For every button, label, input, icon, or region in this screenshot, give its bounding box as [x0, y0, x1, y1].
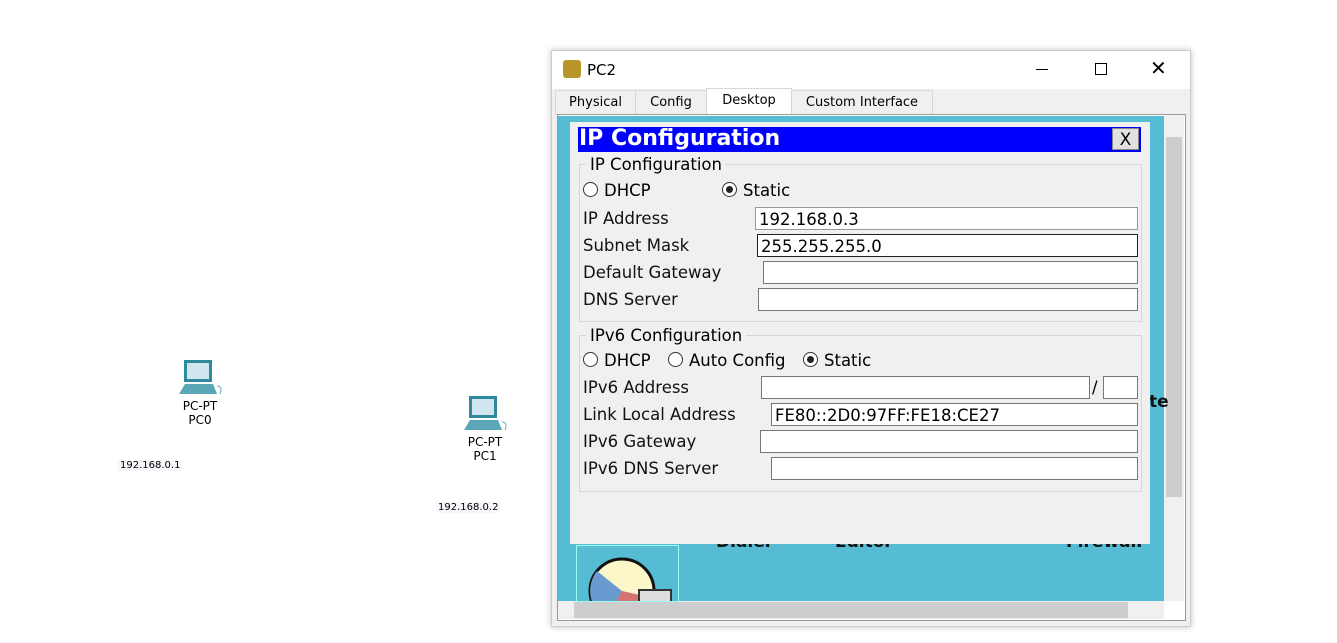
ipv6-prefix-input[interactable]: [1103, 376, 1138, 399]
ipv4-static-radio[interactable]: Static: [722, 181, 790, 200]
app-icon: [563, 60, 581, 78]
link-local-address-label: Link Local Address: [583, 405, 736, 424]
device-pc0[interactable]: PC-PT PC0: [165, 358, 235, 427]
radio-icon: [668, 352, 683, 367]
ipv6-dns-server-input[interactable]: [771, 457, 1138, 480]
ipv6-gateway-label: IPv6 Gateway: [583, 432, 697, 451]
radio-label: Static: [743, 181, 791, 200]
tab-physical[interactable]: Physical: [555, 90, 636, 115]
app-label-partial: te: [1149, 392, 1169, 412]
device-type: PC-PT: [467, 435, 503, 449]
prefix-separator: /: [1092, 378, 1098, 397]
radio-icon: [583, 352, 598, 367]
radio-label: Static: [824, 351, 872, 370]
dns-server-label: DNS Server: [583, 290, 678, 309]
tab-config[interactable]: Config: [635, 90, 707, 115]
close-button[interactable]: ✕: [1150, 56, 1167, 80]
ip-address-input[interactable]: 192.168.0.3: [755, 207, 1138, 230]
radio-label: DHCP: [604, 351, 651, 370]
ipv6-gateway-input[interactable]: [760, 430, 1138, 453]
pc-icon: [464, 396, 507, 431]
tab-custom-interface[interactable]: Custom Interface: [791, 90, 933, 115]
ipv6-static-radio[interactable]: Static: [803, 351, 871, 370]
ipv4-dhcp-radio[interactable]: DHCP: [583, 181, 651, 200]
dialog-title-bar: IP Configuration X: [578, 126, 1141, 152]
device-pc1[interactable]: PC-PT PC1: [450, 394, 520, 463]
link-local-address-input[interactable]: FE80::2D0:97FF:FE18:CE27: [771, 403, 1138, 426]
device-type: PC-PT: [182, 399, 218, 413]
radio-selected-icon: [722, 182, 737, 197]
default-gateway-input[interactable]: [763, 261, 1138, 284]
dialog-title: IP Configuration: [579, 126, 781, 151]
vertical-scrollbar[interactable]: [1164, 115, 1184, 601]
radio-label: Auto Config: [689, 351, 786, 370]
device-name: PC0: [188, 413, 212, 427]
minimize-button[interactable]: [1036, 69, 1048, 70]
radio-icon: [583, 182, 598, 197]
ipv6-address-input[interactable]: [761, 376, 1090, 399]
ipv4-legend: IP Configuration: [586, 155, 726, 174]
dialog-close-button[interactable]: X: [1112, 128, 1139, 150]
dns-server-input[interactable]: [758, 288, 1138, 311]
app-icon-pie[interactable]: [576, 545, 679, 602]
window-title: PC2: [587, 61, 617, 79]
radio-selected-icon: [803, 352, 818, 367]
title-bar: PC2 ✕: [552, 51, 1190, 89]
ip-address-label: IP Address: [583, 209, 669, 228]
tab-desktop[interactable]: Desktop: [706, 88, 792, 116]
default-gateway-label: Default Gateway: [583, 263, 722, 282]
ipv6-dns-server-label: IPv6 DNS Server: [583, 459, 719, 478]
device-name: PC1: [473, 449, 497, 463]
pie-chart-icon: [588, 557, 672, 601]
ipv6-dhcp-radio[interactable]: DHCP: [583, 351, 651, 370]
subnet-mask-label: Subnet Mask: [583, 236, 690, 255]
device-ip-label: 192.168.0.1: [118, 460, 183, 471]
device-ip-label: 192.168.0.2: [436, 502, 501, 513]
ipv6-legend: IPv6 Configuration: [586, 326, 747, 345]
horizontal-scrollbar[interactable]: [558, 601, 1164, 619]
ipv6-address-label: IPv6 Address: [583, 378, 690, 397]
radio-label: DHCP: [604, 181, 651, 200]
subnet-mask-input[interactable]: 255.255.255.0: [757, 234, 1138, 257]
maximize-button[interactable]: [1095, 63, 1107, 75]
ipv6-auto-config-radio[interactable]: Auto Config: [668, 351, 786, 370]
pc-icon: [179, 360, 222, 395]
